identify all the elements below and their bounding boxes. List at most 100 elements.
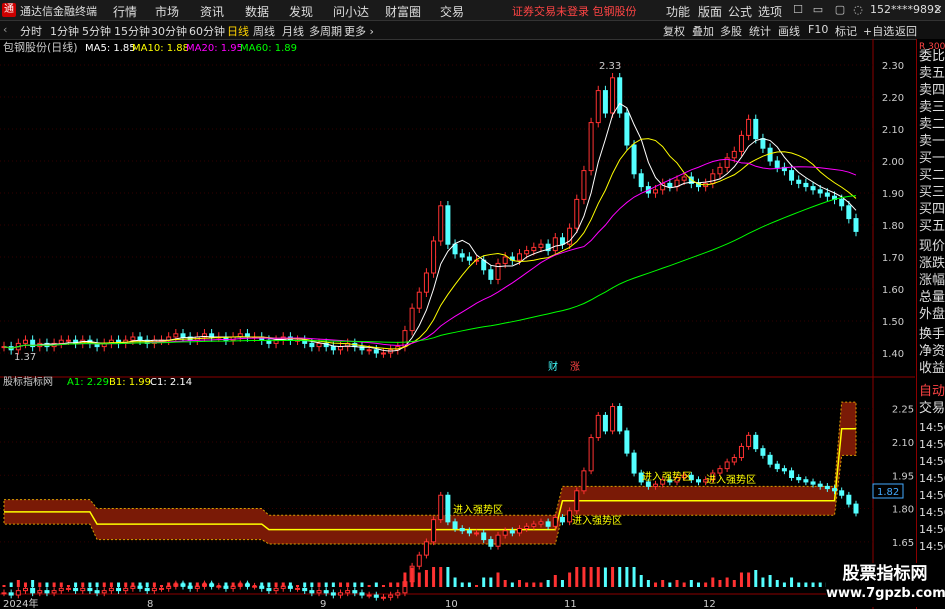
toolbar-overlay[interactable]: 叠加 — [692, 23, 714, 39]
candle-body — [653, 189, 659, 194]
period-2[interactable]: 1分钟 — [50, 23, 79, 39]
volume-bar — [160, 585, 164, 587]
panel-item[interactable]: 涨幅 — [919, 273, 945, 289]
toolbar-stats[interactable]: 统计 — [749, 23, 771, 39]
panel-item[interactable]: 换手 — [919, 327, 945, 343]
ma20-line — [3, 158, 857, 349]
panel-item[interactable]: 卖二 — [919, 117, 945, 133]
current-value: 1.82 — [877, 487, 899, 498]
period-10[interactable]: 多周期 — [309, 23, 342, 39]
toolbar-mark[interactable]: 标记 — [835, 23, 857, 39]
period-8[interactable]: 周线 — [253, 23, 275, 39]
panel-item[interactable]: 卖四 — [919, 83, 945, 99]
panel-auto[interactable]: 自动 — [919, 384, 945, 400]
toolbar-f10[interactable]: F10 — [808, 23, 828, 36]
volume-bar — [389, 582, 393, 587]
panel-item[interactable]: 外盘 — [919, 307, 945, 323]
candle-body — [22, 339, 28, 344]
candle-body — [130, 336, 136, 341]
chart-area[interactable]: 2.30 2.20 2.10 2.00 1.90 1.80 1.70 1.60 1.50 1.40… — [0, 39, 915, 609]
volume-bar — [181, 582, 185, 587]
panel-item[interactable]: 卖五 — [919, 66, 945, 82]
toggle-icon[interactable]: ▭ — [810, 2, 826, 18]
menu-item[interactable]: 交易 — [440, 3, 464, 20]
panel-item[interactable]: 买四 — [919, 202, 945, 218]
high-mark: 2.33 — [599, 61, 621, 72]
toolbar-add-watch[interactable]: +自选 — [863, 23, 894, 39]
badge-zhang[interactable]: 涨 — [570, 361, 580, 373]
candle-body — [380, 352, 386, 355]
volume-bar — [167, 582, 171, 587]
back-arrow-icon[interactable]: ‹ — [3, 23, 7, 36]
period-6[interactable]: 60分钟 — [189, 23, 225, 39]
panel-item[interactable]: 买五 — [919, 219, 945, 235]
low-mark: 1.37 — [14, 352, 36, 363]
panel-item[interactable]: 买三 — [919, 185, 945, 201]
period-daily[interactable]: 日线 — [227, 23, 249, 39]
panel-item[interactable]: 买二 — [919, 168, 945, 184]
candle-body — [817, 189, 823, 194]
panel-item[interactable]: 总量 — [919, 290, 945, 306]
volume-bar — [646, 580, 650, 587]
candle-body — [631, 144, 637, 175]
site-watermark: 股票指标网 www.7gpzb.com — [826, 563, 945, 607]
ind-candle-body — [266, 587, 272, 592]
panel-trade[interactable]: 交易 — [919, 401, 945, 417]
panel-item[interactable]: 涨跌 — [919, 256, 945, 272]
toolbar-fuquan[interactable]: 复权 — [663, 23, 685, 39]
toolbar-multistock[interactable]: 多股 — [720, 23, 742, 39]
period-1[interactable]: 分时 — [20, 23, 42, 39]
volume-bar — [331, 582, 335, 587]
panel-item[interactable]: 卖三 — [919, 100, 945, 116]
ind-candle-body — [1, 592, 7, 595]
menu-item[interactable]: 版面 — [698, 3, 722, 20]
badge-cai[interactable]: 财 — [548, 360, 558, 373]
panel-item[interactable]: 委比 — [919, 49, 945, 65]
volume-bar — [152, 582, 156, 587]
volume-bar — [460, 582, 464, 587]
login-warning[interactable]: 证券交易未登录 包钢股份 — [512, 3, 637, 19]
lock-icon[interactable]: ▢ — [832, 2, 848, 18]
toolbar-draw[interactable]: 画线 — [778, 23, 800, 39]
volume-bar — [625, 567, 629, 587]
menu-item[interactable]: 问小达 — [333, 3, 369, 20]
menu-item[interactable]: 公式 — [728, 3, 752, 20]
user-icon[interactable]: ◌ — [850, 2, 866, 18]
volume-bar — [510, 582, 514, 587]
menu-item[interactable]: 财富圈 — [385, 3, 421, 20]
panel-item[interactable]: 现价 — [919, 239, 945, 255]
tick-time: 14:56 — [919, 472, 945, 485]
menu-item[interactable]: 数据 — [245, 3, 269, 20]
app-logo-icon: 通 — [2, 3, 16, 17]
panel-item[interactable]: 卖一 — [919, 134, 945, 150]
ind-candle-body — [366, 594, 372, 597]
period-9[interactable]: 月线 — [282, 23, 304, 39]
volume-bar — [281, 582, 285, 587]
menu-item[interactable]: 资讯 — [200, 3, 224, 20]
volume-bar — [124, 582, 128, 587]
panel-item[interactable]: 收益 — [919, 361, 945, 377]
period-more[interactable]: 更多 › — [344, 23, 374, 39]
panel-item[interactable]: 买一 — [919, 151, 945, 167]
volume-bar — [696, 582, 700, 587]
ma20-label: MA20: 1.95 — [186, 43, 243, 54]
menu-item[interactable]: 选项 — [758, 3, 782, 20]
menu-item[interactable]: 行情 — [113, 3, 137, 20]
feedback-icon[interactable]: ☐ — [790, 2, 806, 18]
ind-candle-body — [552, 516, 558, 527]
ind-candle-body — [738, 445, 744, 459]
menu-item[interactable]: 市场 — [155, 3, 179, 20]
candle-body — [516, 253, 522, 261]
close-icon[interactable]: ✕ — [930, 2, 945, 18]
menu-item[interactable]: 功能 — [666, 3, 690, 20]
volume-bar — [725, 577, 729, 587]
toolbar-back[interactable]: 返回 — [895, 23, 917, 39]
period-4[interactable]: 15分钟 — [114, 23, 150, 39]
menu-item[interactable]: 发现 — [289, 3, 313, 20]
volume-bar — [117, 582, 121, 587]
period-5[interactable]: 30分钟 — [151, 23, 187, 39]
ind-candle-body — [588, 437, 594, 472]
ind-c1-label: C1: 2.14 — [150, 377, 192, 388]
panel-item[interactable]: 净资 — [919, 344, 945, 360]
period-3[interactable]: 5分钟 — [82, 23, 111, 39]
